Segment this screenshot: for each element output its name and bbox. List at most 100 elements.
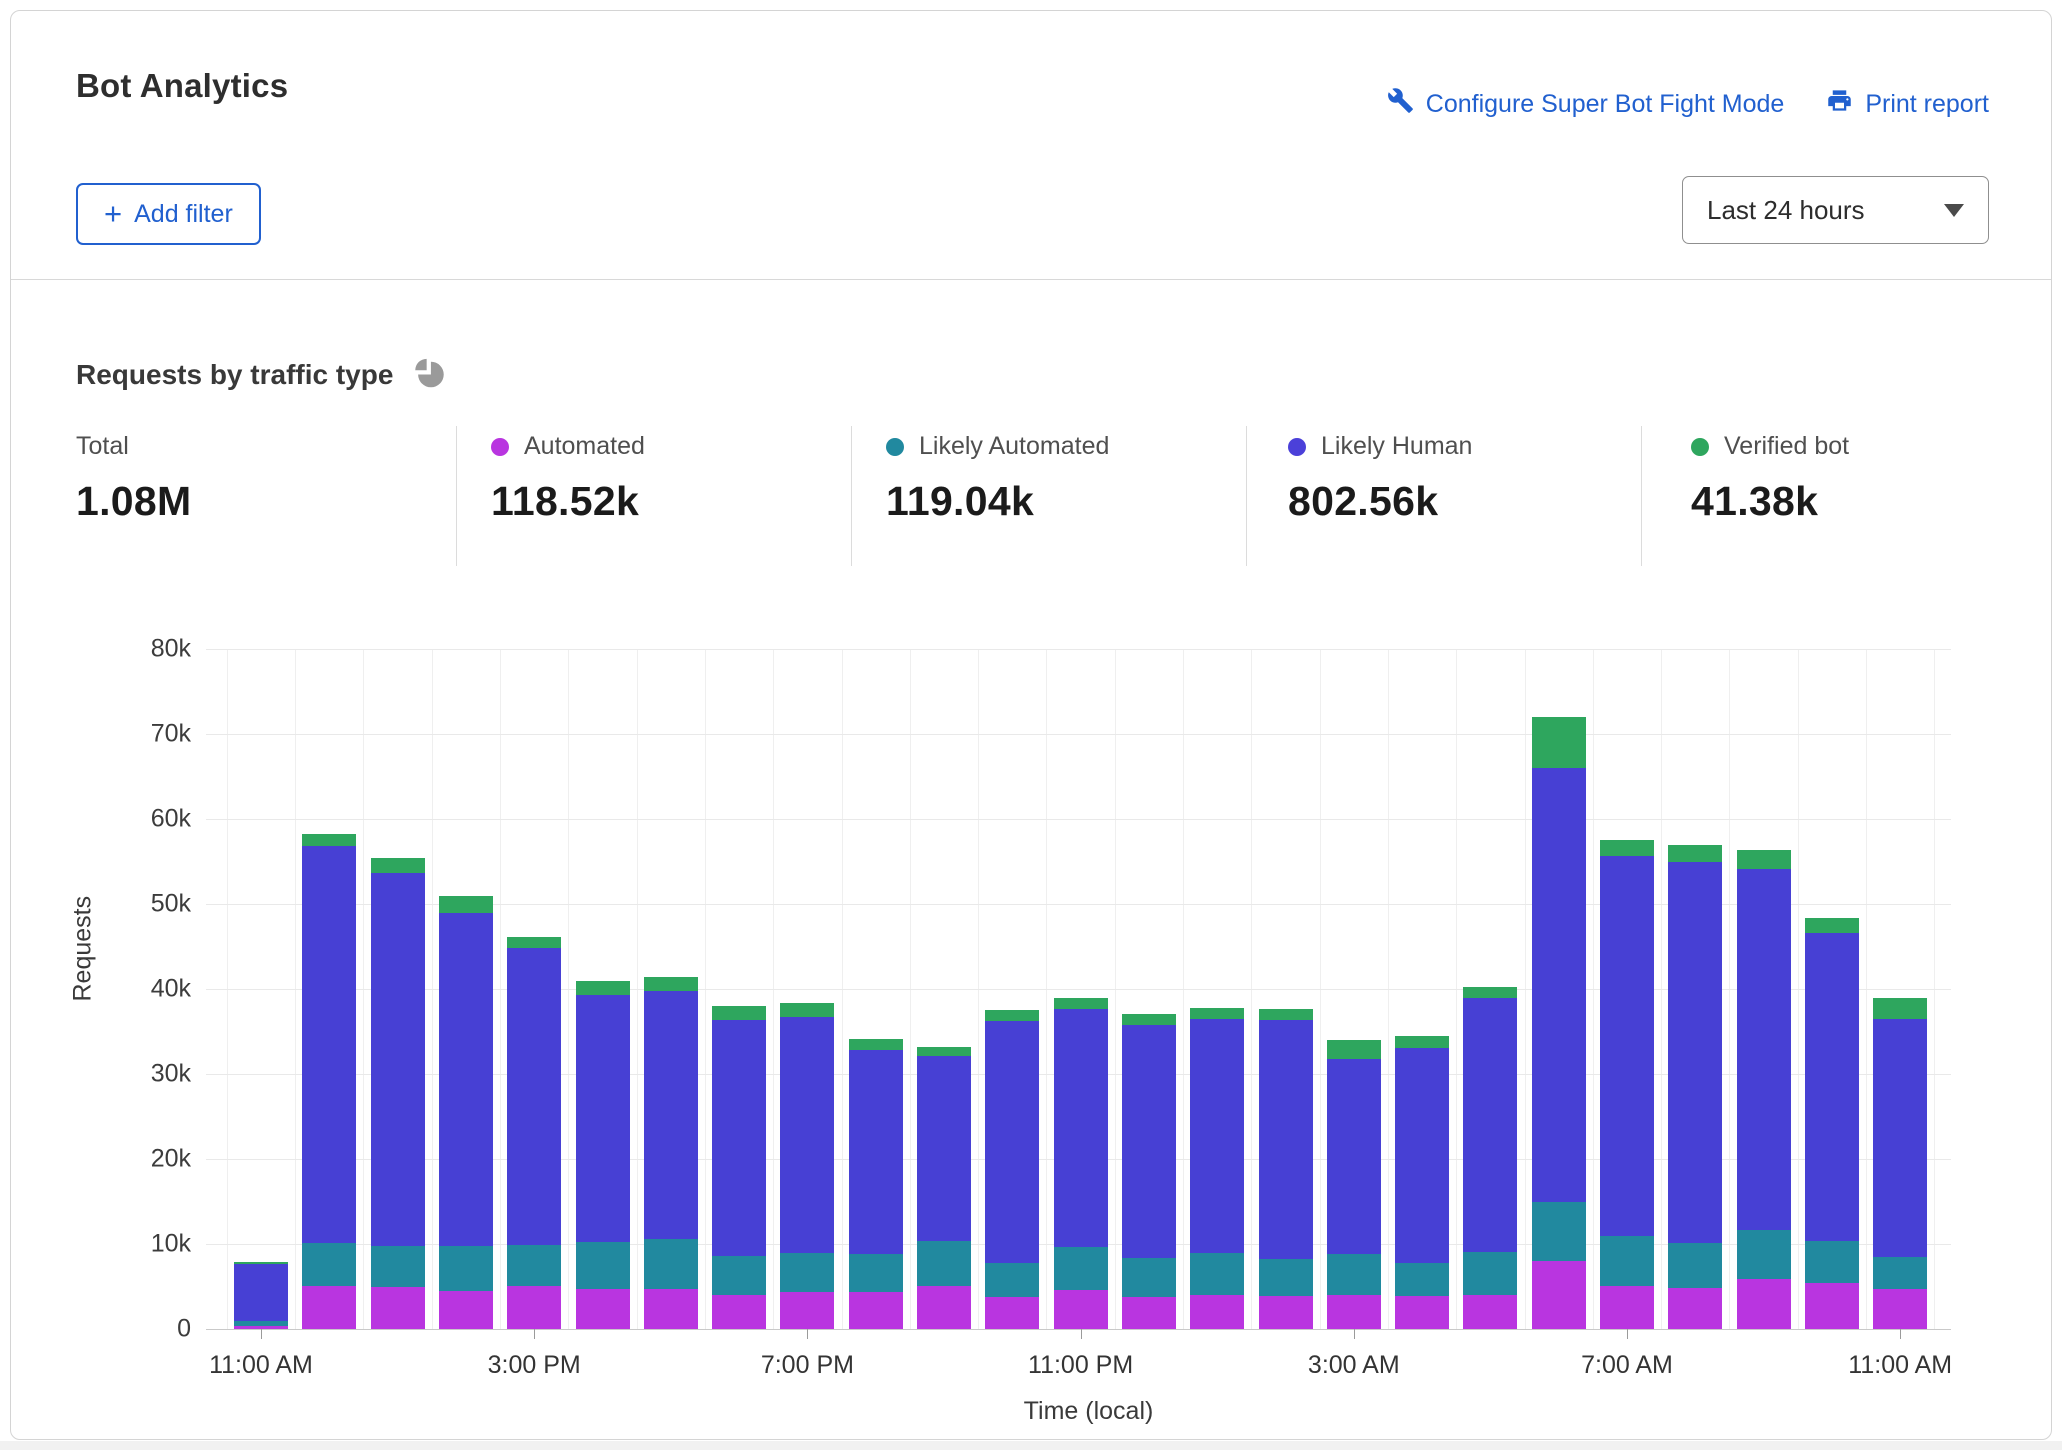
bar-segment-likely-automated[interactable]	[371, 1246, 425, 1288]
bar-segment-likely-automated[interactable]	[1600, 1236, 1654, 1285]
bar-segment-likely-human[interactable]	[1395, 1048, 1449, 1263]
bar-segment-likely-human[interactable]	[302, 846, 356, 1243]
bar-segment-automated[interactable]	[1805, 1283, 1859, 1329]
bar-segment-likely-human[interactable]	[780, 1017, 834, 1253]
bar-segment-likely-human[interactable]	[1737, 869, 1791, 1229]
bar-segment-automated[interactable]	[1600, 1286, 1654, 1329]
bar-segment-likely-human[interactable]	[917, 1056, 971, 1241]
bar-segment-verified-bot[interactable]	[1190, 1008, 1244, 1019]
bar-segment-automated[interactable]	[1873, 1289, 1927, 1329]
bar-segment-likely-automated[interactable]	[1532, 1202, 1586, 1262]
bar-segment-likely-automated[interactable]	[1805, 1241, 1859, 1284]
bar-segment-verified-bot[interactable]	[1395, 1036, 1449, 1048]
bar-segment-verified-bot[interactable]	[780, 1003, 834, 1017]
configure-super-bot-fight-mode-link[interactable]: Configure Super Bot Fight Mode	[1387, 87, 1785, 121]
bar-segment-automated[interactable]	[1259, 1296, 1313, 1329]
bar-segment-automated[interactable]	[302, 1286, 356, 1329]
bar-segment-likely-automated[interactable]	[302, 1243, 356, 1286]
bar-segment-automated[interactable]	[1532, 1261, 1586, 1329]
bar-segment-likely-automated[interactable]	[1668, 1243, 1722, 1288]
bar-segment-automated[interactable]	[780, 1292, 834, 1329]
bar-segment-automated[interactable]	[507, 1286, 561, 1329]
bar-segment-verified-bot[interactable]	[849, 1039, 903, 1050]
bar-segment-verified-bot[interactable]	[1327, 1040, 1381, 1059]
bar-segment-verified-bot[interactable]	[1122, 1014, 1176, 1025]
bar-segment-likely-automated[interactable]	[576, 1242, 630, 1289]
add-filter-button[interactable]: + Add filter	[76, 183, 261, 245]
bar-segment-likely-automated[interactable]	[985, 1263, 1039, 1297]
bar-segment-automated[interactable]	[1737, 1279, 1791, 1329]
bar-segment-automated[interactable]	[712, 1295, 766, 1329]
bar-segment-verified-bot[interactable]	[1054, 998, 1108, 1009]
bar-segment-automated[interactable]	[1054, 1290, 1108, 1329]
bar-segment-likely-automated[interactable]	[1463, 1252, 1517, 1295]
bar-segment-automated[interactable]	[644, 1289, 698, 1329]
bar-segment-likely-human[interactable]	[1873, 1019, 1927, 1257]
bar-segment-likely-human[interactable]	[1190, 1019, 1244, 1254]
bar-segment-verified-bot[interactable]	[1463, 987, 1517, 998]
bar-segment-automated[interactable]	[1327, 1295, 1381, 1329]
bar-segment-automated[interactable]	[1190, 1295, 1244, 1329]
bar-segment-likely-automated[interactable]	[917, 1241, 971, 1285]
bar-segment-likely-automated[interactable]	[234, 1321, 288, 1325]
bar-segment-likely-human[interactable]	[1122, 1025, 1176, 1259]
bar-segment-verified-bot[interactable]	[985, 1010, 1039, 1021]
bar-segment-verified-bot[interactable]	[1668, 845, 1722, 861]
bar-segment-likely-automated[interactable]	[439, 1246, 493, 1291]
bar-segment-likely-automated[interactable]	[1054, 1247, 1108, 1290]
bar-segment-likely-human[interactable]	[1600, 856, 1654, 1236]
bar-segment-verified-bot[interactable]	[1737, 850, 1791, 869]
bar-segment-likely-human[interactable]	[234, 1264, 288, 1322]
print-report-link[interactable]: Print report	[1826, 87, 1989, 121]
bar-segment-automated[interactable]	[1395, 1296, 1449, 1329]
bar-segment-likely-automated[interactable]	[1873, 1257, 1927, 1289]
bar-segment-likely-automated[interactable]	[1190, 1253, 1244, 1295]
bar-segment-automated[interactable]	[1122, 1297, 1176, 1329]
bar-segment-likely-automated[interactable]	[1327, 1254, 1381, 1295]
bar-segment-likely-automated[interactable]	[644, 1239, 698, 1289]
bar-segment-likely-human[interactable]	[985, 1021, 1039, 1262]
bar-segment-likely-human[interactable]	[1668, 862, 1722, 1244]
bar-segment-automated[interactable]	[576, 1289, 630, 1329]
bar-segment-automated[interactable]	[1668, 1288, 1722, 1329]
bar-segment-likely-human[interactable]	[439, 913, 493, 1245]
bar-segment-verified-bot[interactable]	[302, 834, 356, 846]
bar-segment-verified-bot[interactable]	[234, 1262, 288, 1264]
bar-segment-automated[interactable]	[439, 1291, 493, 1329]
bar-segment-automated[interactable]	[371, 1287, 425, 1329]
bar-segment-automated[interactable]	[985, 1297, 1039, 1329]
bar-segment-likely-human[interactable]	[1259, 1020, 1313, 1259]
bar-segment-likely-automated[interactable]	[712, 1256, 766, 1295]
bar-segment-automated[interactable]	[849, 1292, 903, 1329]
bar-segment-verified-bot[interactable]	[371, 858, 425, 873]
bar-segment-verified-bot[interactable]	[1805, 918, 1859, 933]
bar-segment-likely-automated[interactable]	[1395, 1263, 1449, 1296]
bar-segment-likely-human[interactable]	[1463, 998, 1517, 1251]
bar-segment-verified-bot[interactable]	[712, 1006, 766, 1020]
bar-segment-verified-bot[interactable]	[644, 977, 698, 991]
bar-segment-verified-bot[interactable]	[439, 896, 493, 913]
bar-segment-likely-human[interactable]	[644, 991, 698, 1239]
bar-segment-verified-bot[interactable]	[1873, 998, 1927, 1019]
bar-segment-likely-human[interactable]	[1805, 933, 1859, 1241]
bar-segment-likely-automated[interactable]	[507, 1245, 561, 1286]
bar-segment-verified-bot[interactable]	[1259, 1009, 1313, 1020]
bar-segment-likely-human[interactable]	[1054, 1009, 1108, 1246]
bar-segment-likely-human[interactable]	[1327, 1059, 1381, 1255]
bar-segment-likely-automated[interactable]	[780, 1253, 834, 1292]
time-range-select[interactable]: Last 24 hours	[1682, 176, 1989, 244]
bar-segment-verified-bot[interactable]	[507, 937, 561, 948]
bar-segment-verified-bot[interactable]	[1532, 717, 1586, 768]
bar-segment-likely-automated[interactable]	[1122, 1258, 1176, 1296]
bar-segment-automated[interactable]	[1463, 1295, 1517, 1329]
bar-segment-automated[interactable]	[917, 1286, 971, 1329]
bar-segment-likely-automated[interactable]	[1737, 1230, 1791, 1279]
bar-segment-likely-automated[interactable]	[849, 1254, 903, 1292]
bar-segment-likely-human[interactable]	[576, 995, 630, 1242]
bar-segment-likely-automated[interactable]	[1259, 1259, 1313, 1296]
bar-segment-likely-human[interactable]	[371, 873, 425, 1245]
bar-segment-verified-bot[interactable]	[1600, 840, 1654, 856]
bar-segment-likely-human[interactable]	[507, 948, 561, 1245]
bar-segment-verified-bot[interactable]	[917, 1047, 971, 1056]
bar-segment-likely-human[interactable]	[849, 1050, 903, 1254]
